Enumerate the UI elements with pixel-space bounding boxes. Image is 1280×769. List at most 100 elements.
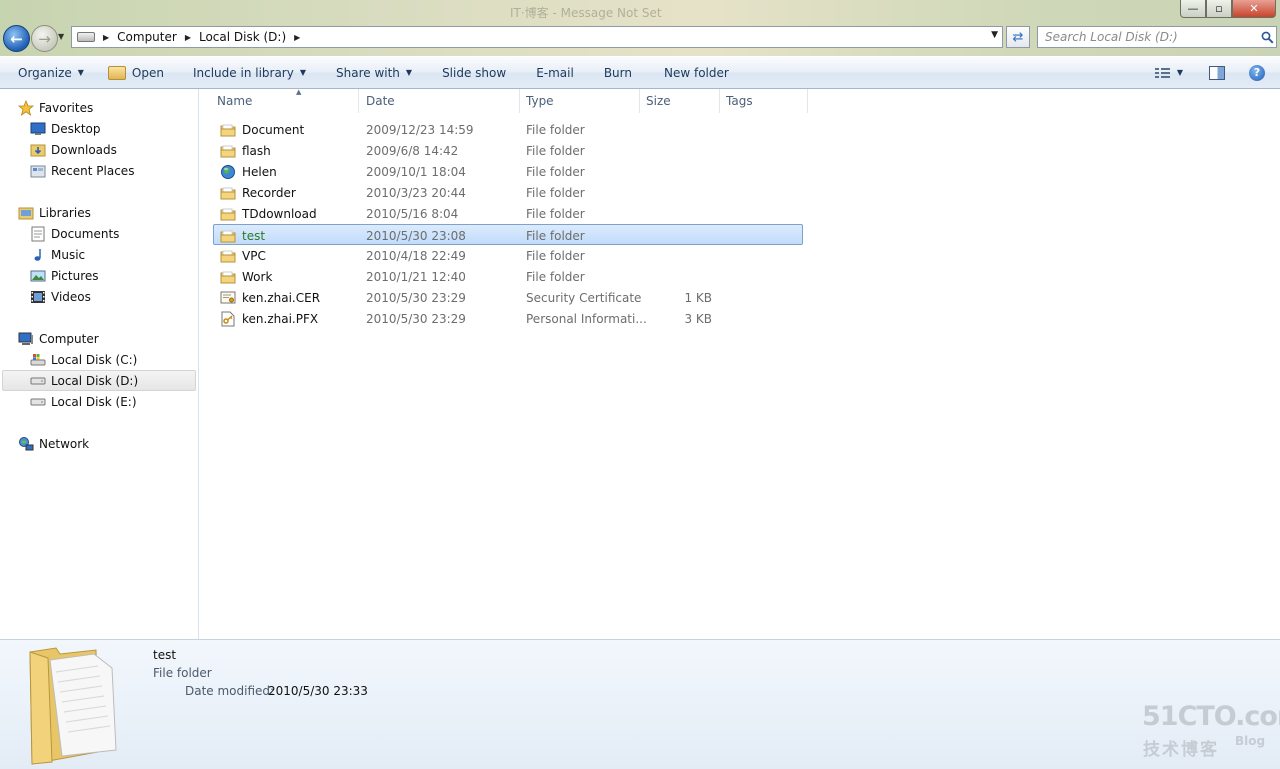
file-row[interactable]: Helen 2009/10/1 18:04 File folder	[214, 161, 804, 182]
nav-network[interactable]: Network	[18, 433, 89, 454]
file-row[interactable]: TDdownload 2010/5/16 8:04 File folder	[214, 203, 804, 224]
file-row[interactable]: Work 2010/1/21 12:40 File folder	[214, 266, 804, 287]
recent-pages-dropdown[interactable]: ▼	[58, 32, 64, 41]
file-type: File folder	[526, 206, 585, 221]
file-row[interactable]: VPC 2010/4/18 22:49 File folder	[214, 245, 804, 266]
search-box[interactable]	[1037, 26, 1277, 48]
slide-show-label: Slide show	[442, 65, 507, 80]
nav-item-music[interactable]: Music	[30, 244, 85, 265]
search-input[interactable]	[1038, 29, 1258, 45]
file-row[interactable]: Document 2009/12/23 14:59 File folder	[214, 119, 804, 140]
view-controls: ▼ ?	[1154, 57, 1280, 88]
file-row-selected[interactable]: test 2010/5/30 23:08 File folder	[213, 224, 803, 245]
nav-favorites[interactable]: Favorites	[18, 97, 93, 118]
nav-libraries[interactable]: Libraries	[18, 202, 91, 223]
details-view-icon[interactable]	[1154, 67, 1171, 79]
file-size	[646, 140, 712, 161]
chevron-right-icon[interactable]: ▶	[185, 33, 191, 42]
nav-item-pictures[interactable]: Pictures	[30, 265, 99, 286]
libraries-icon	[18, 205, 34, 221]
file-type: File folder	[526, 185, 585, 200]
hard-drive-icon	[30, 373, 46, 389]
nav-computer-label: Computer	[39, 331, 99, 346]
chevron-right-icon[interactable]: ▶	[294, 33, 300, 42]
help-icon[interactable]: ?	[1249, 64, 1265, 81]
back-button[interactable]: ←	[3, 25, 30, 52]
nav-item-label: Videos	[51, 289, 91, 304]
open-button[interactable]: Open	[94, 57, 174, 88]
folder-icon	[220, 185, 236, 201]
include-in-library-label: Include in library	[192, 65, 294, 80]
file-date: 2009/10/1 18:04	[366, 164, 466, 179]
breadcrumb-local-disk-d[interactable]: Local Disk (D:)	[199, 30, 286, 44]
chevron-right-icon[interactable]: ▶	[103, 33, 109, 42]
preview-pane-icon[interactable]	[1209, 65, 1225, 80]
column-header-type[interactable]: Type	[520, 89, 640, 113]
file-size: 1 KB	[684, 290, 712, 305]
pictures-icon	[30, 268, 46, 284]
address-history-dropdown[interactable]: ▼	[991, 30, 998, 40]
details-type: File folder	[153, 666, 212, 680]
file-date: 2010/5/30 23:29	[366, 311, 466, 326]
folder-icon	[220, 248, 236, 264]
column-header-type-label: Type	[526, 94, 554, 108]
arrow-right-icon: →	[38, 29, 51, 48]
title-bar: IT·博客 - Message Not Set — ▫ ✕ ← → ▼ ▶ Co…	[0, 0, 1280, 56]
nav-item-downloads[interactable]: Downloads	[30, 139, 117, 160]
details-date-label: Date modified:	[185, 684, 275, 698]
arrow-left-icon: ←	[10, 29, 23, 48]
new-folder-button[interactable]: New folder	[642, 57, 739, 88]
share-with-button[interactable]: Share with ▼	[316, 57, 422, 88]
file-type: Security Certificate	[526, 290, 642, 305]
file-row[interactable]: flash 2009/6/8 14:42 File folder	[214, 140, 804, 161]
column-header-date[interactable]: Date	[360, 89, 520, 113]
minimize-button[interactable]: —	[1180, 0, 1206, 18]
forward-button[interactable]: →	[31, 25, 58, 52]
sort-ascending-icon: ▲	[296, 88, 302, 96]
nav-item-label: Local Disk (C:)	[51, 352, 138, 367]
file-type: File folder	[526, 143, 585, 158]
nav-computer[interactable]: Computer	[18, 328, 99, 349]
pfx-file-icon	[220, 311, 236, 327]
column-header-tags[interactable]: Tags	[720, 89, 808, 113]
globe-folder-icon	[220, 164, 236, 180]
organize-label: Organize	[18, 65, 72, 80]
slide-show-button[interactable]: Slide show	[422, 57, 516, 88]
nav-item-documents[interactable]: Documents	[30, 223, 119, 244]
folder-icon	[220, 228, 236, 244]
nav-item-local-disk-d[interactable]: Local Disk (D:)	[30, 370, 138, 391]
caret-down-icon: ▼	[77, 68, 84, 77]
nav-item-recent-places[interactable]: Recent Places	[30, 160, 134, 181]
burn-button[interactable]: Burn	[584, 57, 642, 88]
star-icon	[18, 99, 34, 116]
breadcrumb-computer[interactable]: Computer	[117, 30, 177, 44]
column-header-name[interactable]: ▲ Name	[211, 88, 359, 113]
file-name: Helen	[242, 164, 277, 179]
include-in-library-button[interactable]: Include in library ▼	[174, 57, 316, 88]
film-icon	[30, 289, 46, 305]
nav-item-label: Downloads	[51, 142, 117, 157]
file-name: flash	[242, 143, 271, 158]
nav-item-local-disk-c[interactable]: Local Disk (C:)	[30, 349, 137, 370]
file-name: Work	[242, 269, 273, 284]
column-header-size[interactable]: Size	[640, 89, 720, 113]
nav-item-local-disk-e[interactable]: Local Disk (E:)	[30, 391, 137, 412]
computer-icon	[18, 331, 34, 347]
view-options-dropdown[interactable]: ▼	[1177, 68, 1183, 77]
refresh-icon: ⇄	[1012, 29, 1024, 45]
organize-button[interactable]: Organize ▼	[0, 57, 94, 88]
nav-item-desktop[interactable]: Desktop	[30, 118, 101, 139]
close-button[interactable]: ✕	[1232, 0, 1276, 18]
search-icon[interactable]	[1258, 31, 1276, 44]
nav-item-videos[interactable]: Videos	[30, 286, 91, 307]
refresh-button[interactable]: ⇄	[1006, 26, 1030, 48]
file-row[interactable]: Recorder 2010/3/23 20:44 File folder	[214, 182, 804, 203]
file-row[interactable]: ken.zhai.CER 2010/5/30 23:29 Security Ce…	[214, 287, 804, 308]
nav-item-label: Documents	[51, 226, 120, 241]
nav-libraries-label: Libraries	[39, 205, 91, 220]
email-button[interactable]: E-mail	[516, 57, 584, 88]
file-row[interactable]: ken.zhai.PFX 2010/5/30 23:29 Personal In…	[214, 308, 804, 329]
window-controls: — ▫ ✕	[1180, 0, 1276, 18]
address-bar[interactable]: ▶ Computer ▶ Local Disk (D:) ▶ ▼	[71, 26, 1003, 48]
maximize-button[interactable]: ▫	[1206, 0, 1232, 18]
